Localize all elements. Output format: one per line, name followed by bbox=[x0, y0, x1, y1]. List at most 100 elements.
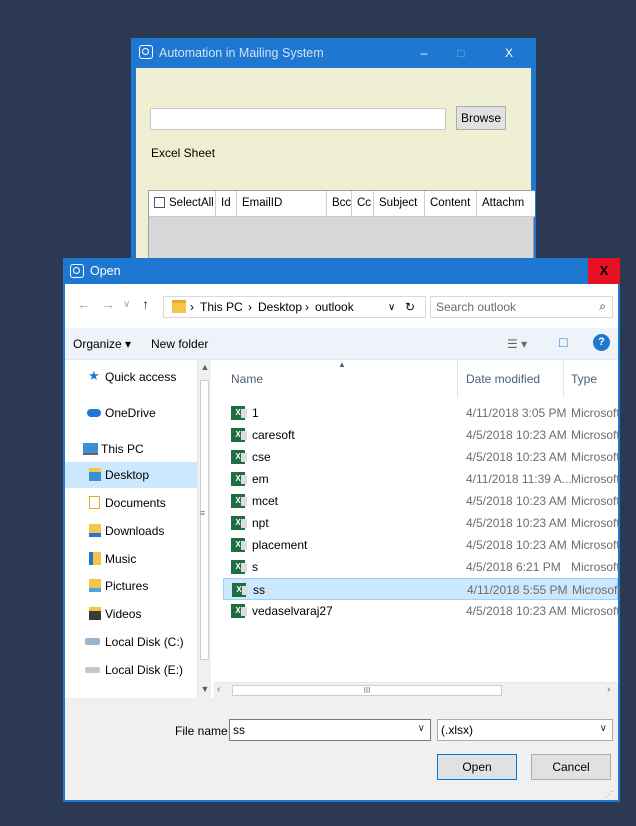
maximize-button[interactable]: □ bbox=[443, 38, 479, 68]
grid-col-selectall[interactable]: SelectAll bbox=[149, 191, 216, 216]
pictures-icon bbox=[89, 579, 101, 592]
file-row[interactable]: X placement 4/5/2018 10:23 AM Microsoft bbox=[223, 534, 620, 556]
breadcrumb-this-pc[interactable]: This PC bbox=[200, 300, 243, 314]
resize-grip-icon[interactable]: ⋰ bbox=[605, 790, 613, 799]
sidebar-label: Videos bbox=[105, 607, 142, 621]
sidebar-scroll-thumb[interactable] bbox=[200, 380, 209, 660]
file-row-selected[interactable]: X ss 4/11/2018 5:55 PM Microsoft bbox=[223, 578, 621, 600]
grid-col-attachment[interactable]: Attachm bbox=[477, 191, 535, 216]
file-date: 4/5/2018 10:23 AM bbox=[466, 604, 567, 618]
file-type-select[interactable]: (.xlsx) ∨ bbox=[437, 719, 613, 741]
column-header-name[interactable]: Name bbox=[231, 372, 263, 386]
chevron-down-icon[interactable]: ∨ bbox=[418, 723, 425, 734]
dialog-close-button[interactable]: X bbox=[588, 258, 620, 284]
command-bar: Organize ▾ New folder ☰ ▾ □ ? bbox=[65, 328, 618, 360]
up-arrow-icon[interactable]: ↑ bbox=[142, 296, 149, 312]
browse-button[interactable]: Browse bbox=[456, 106, 506, 130]
preview-pane-icon[interactable]: □ bbox=[559, 334, 567, 350]
sidebar-item-this-pc[interactable]: This PC bbox=[65, 436, 197, 462]
column-header-date[interactable]: Date modified bbox=[466, 372, 540, 386]
horizontal-scroll-thumb[interactable]: III bbox=[232, 685, 502, 696]
organize-menu[interactable]: Organize ▾ bbox=[73, 337, 131, 351]
desktop-folder-icon bbox=[89, 468, 101, 481]
sidebar-label: Pictures bbox=[105, 579, 149, 593]
grid-col-subject[interactable]: Subject bbox=[374, 191, 425, 216]
sidebar-item-documents[interactable]: Documents bbox=[65, 490, 197, 516]
file-row[interactable]: X s 4/5/2018 6:21 PM Microsoft bbox=[223, 556, 620, 578]
file-type: Microsoft bbox=[571, 406, 620, 420]
help-icon[interactable]: ? bbox=[593, 334, 610, 351]
app-titlebar[interactable]: Automation in Mailing System – □ X bbox=[131, 38, 536, 68]
scroll-right-icon[interactable]: › bbox=[607, 684, 610, 695]
file-name-input[interactable]: ss ∨ bbox=[229, 719, 431, 741]
chevron-down-icon[interactable]: ∨ bbox=[600, 723, 607, 734]
sidebar-item-local-disk-e[interactable]: Local Disk (E:) bbox=[65, 657, 197, 683]
file-row[interactable]: X caresoft 4/5/2018 10:23 AM Microsoft bbox=[223, 424, 620, 446]
open-button[interactable]: Open bbox=[437, 754, 517, 780]
file-name-label: File name: bbox=[175, 724, 232, 738]
breadcrumb-outlook[interactable]: outlook bbox=[315, 300, 354, 314]
sidebar-item-onedrive[interactable]: OneDrive bbox=[65, 400, 197, 426]
file-name: em bbox=[252, 472, 269, 486]
grid-col-bcc[interactable]: Bcc bbox=[327, 191, 352, 216]
breadcrumb-desktop[interactable]: Desktop bbox=[258, 300, 302, 314]
new-folder-button[interactable]: New folder bbox=[151, 337, 208, 351]
forward-arrow-icon[interactable]: → bbox=[101, 296, 115, 312]
column-header-type[interactable]: Type bbox=[571, 372, 597, 386]
sidebar-label: Desktop bbox=[105, 468, 150, 482]
dialog-title: Open bbox=[90, 264, 121, 278]
selectall-checkbox[interactable] bbox=[154, 197, 165, 208]
sidebar-item-videos[interactable]: Videos bbox=[65, 601, 197, 627]
sidebar-item-quick-access[interactable]: ★ Quick access bbox=[65, 364, 197, 390]
grid-col-id[interactable]: Id bbox=[216, 191, 237, 216]
open-dialog: Open X ← → ∨ ↑ › This PC › Desktop › out… bbox=[63, 258, 621, 802]
file-row[interactable]: X npt 4/5/2018 10:23 AM Microsoft bbox=[223, 512, 620, 534]
sidebar-item-local-disk-c[interactable]: Local Disk (C:) bbox=[65, 629, 197, 655]
column-divider[interactable] bbox=[563, 360, 564, 398]
file-name: mcet bbox=[252, 494, 279, 508]
sidebar-scrollbar[interactable]: ▲ ≡ ▼ bbox=[197, 360, 211, 698]
file-name: 1 bbox=[252, 406, 259, 420]
scroll-up-icon[interactable]: ▲ bbox=[199, 362, 211, 372]
file-row[interactable]: X mcet 4/5/2018 10:23 AM Microsoft bbox=[223, 490, 620, 512]
minimize-button[interactable]: – bbox=[406, 38, 442, 68]
excel-file-icon: X bbox=[231, 450, 247, 464]
excel-sheet-label: Excel Sheet bbox=[151, 146, 216, 160]
file-type: Microsoft bbox=[571, 538, 620, 552]
scroll-left-icon[interactable]: ‹ bbox=[217, 684, 220, 695]
file-row[interactable]: X vedaselvaraj27 4/5/2018 10:23 AM Micro… bbox=[223, 600, 620, 622]
recent-dropdown-icon[interactable]: ∨ bbox=[123, 299, 130, 310]
sidebar-item-downloads[interactable]: Downloads bbox=[65, 518, 197, 544]
sidebar-item-desktop[interactable]: Desktop bbox=[65, 462, 197, 488]
address-bar[interactable]: › This PC › Desktop › outlook ∨ ↻ bbox=[163, 296, 426, 318]
file-row[interactable]: X em 4/11/2018 11:39 A... Microsoft bbox=[223, 468, 620, 490]
close-button[interactable]: X bbox=[491, 38, 527, 68]
refresh-icon[interactable]: ↻ bbox=[405, 300, 415, 314]
column-divider[interactable] bbox=[457, 360, 458, 398]
back-arrow-icon[interactable]: ← bbox=[77, 296, 91, 312]
file-date: 4/5/2018 10:23 AM bbox=[466, 538, 567, 552]
scroll-down-icon[interactable]: ▼ bbox=[199, 684, 211, 694]
file-path-input[interactable] bbox=[150, 108, 446, 130]
view-options-icon[interactable]: ☰ ▾ bbox=[507, 337, 527, 351]
star-icon: ★ bbox=[88, 368, 100, 383]
search-icon[interactable]: ⌕ bbox=[599, 299, 606, 314]
search-box[interactable]: Search outlook ⌕ bbox=[430, 296, 613, 318]
address-dropdown-icon[interactable]: ∨ bbox=[388, 302, 395, 313]
file-name: s bbox=[252, 560, 258, 574]
grid-col-emailid[interactable]: EmailID bbox=[237, 191, 327, 216]
sidebar-label: Documents bbox=[105, 496, 166, 510]
grid-col-cc[interactable]: Cc bbox=[352, 191, 374, 216]
drive-c-icon bbox=[85, 638, 100, 645]
file-row[interactable]: X cse 4/5/2018 10:23 AM Microsoft bbox=[223, 446, 620, 468]
grid-header: SelectAll Id EmailID Bcc Cc Subject Cont… bbox=[149, 191, 535, 217]
grid-col-content[interactable]: Content bbox=[425, 191, 477, 216]
file-name: ss bbox=[253, 583, 265, 597]
excel-file-icon: X bbox=[231, 406, 247, 420]
sidebar-item-music[interactable]: Music bbox=[65, 546, 197, 572]
cancel-button[interactable]: Cancel bbox=[531, 754, 611, 780]
horizontal-scrollbar[interactable]: ‹ III › bbox=[214, 682, 618, 698]
dialog-titlebar[interactable]: Open X bbox=[63, 258, 620, 284]
file-row[interactable]: X 1 4/11/2018 3:05 PM Microsoft bbox=[223, 402, 620, 424]
sidebar-item-pictures[interactable]: Pictures bbox=[65, 573, 197, 599]
